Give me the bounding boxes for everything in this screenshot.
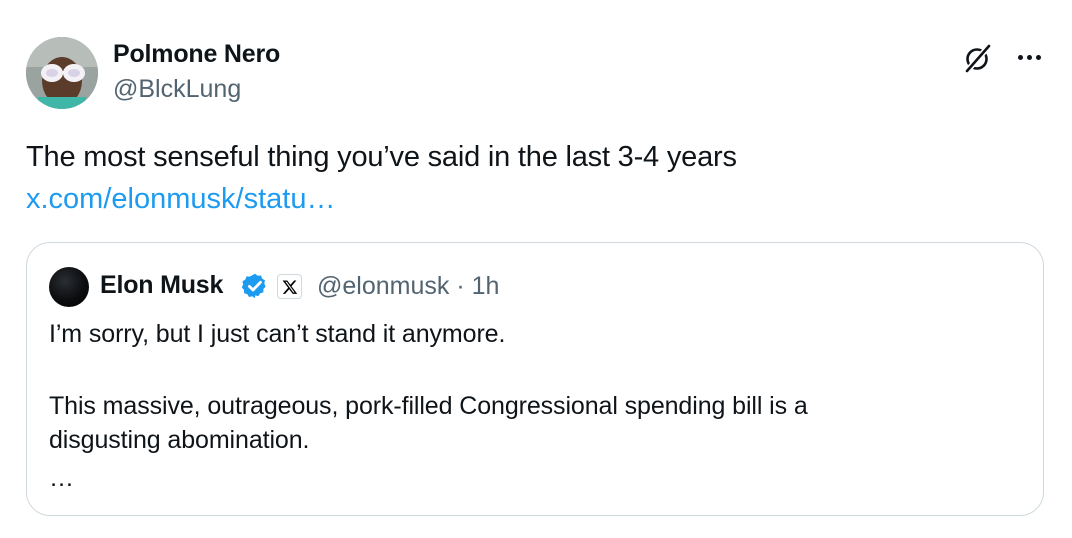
quoted-text-ellipsis: … <box>49 464 74 492</box>
quoted-timestamp[interactable]: 1h <box>472 272 500 300</box>
author-name[interactable]: Polmone Nero <box>113 40 280 69</box>
tweet-text: The most senseful thing you’ve said in t… <box>26 141 737 173</box>
quoted-text-line: I’m sorry, but I just can’t stand it any… <box>49 320 506 348</box>
more-dot <box>1035 54 1041 60</box>
author-avatar[interactable] <box>26 37 98 109</box>
quoted-tweet[interactable]: Elon Musk @elonmusk · 1h I’m sorry, but … <box>26 242 1044 516</box>
x-logo-icon[interactable] <box>277 274 302 299</box>
meta-separator: · <box>456 272 465 300</box>
more-dot <box>1017 54 1023 60</box>
more-options-icon[interactable] <box>1013 42 1045 72</box>
quoted-author-name[interactable]: Elon Musk <box>100 271 223 300</box>
user-avatar-photo-icon <box>26 37 98 109</box>
quoted-text-line: disgusting abomination. <box>49 426 310 454</box>
verified-badge-icon[interactable] <box>241 272 269 300</box>
quoted-meta: @elonmusk · 1h <box>317 272 499 301</box>
quoted-text-line: This massive, outrageous, pork-filled Co… <box>49 392 808 420</box>
more-dot <box>1026 54 1032 60</box>
author-handle[interactable]: @BlckLung <box>113 75 241 104</box>
grok-icon[interactable] <box>962 42 994 74</box>
tweet-link[interactable]: x.com/elonmusk/statu… <box>26 180 335 218</box>
quoted-author-handle[interactable]: @elonmusk <box>317 272 449 300</box>
tweet-card[interactable]: Polmone Nero @BlckLung The most senseful… <box>0 0 1072 538</box>
quoted-author-avatar[interactable] <box>49 267 89 307</box>
